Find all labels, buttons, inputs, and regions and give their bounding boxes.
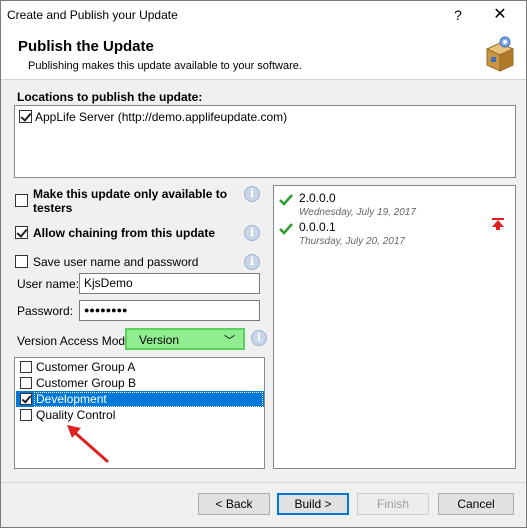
location-label: AppLife Server (http://demo.applifeupdat… (35, 110, 288, 124)
info-icon[interactable]: i (251, 330, 267, 346)
chaining-checkbox[interactable] (15, 226, 28, 239)
build-button[interactable]: Build > (277, 493, 349, 515)
close-button[interactable]: ✕ (489, 5, 511, 25)
save-credentials-checkbox[interactable] (15, 255, 28, 268)
cancel-button[interactable]: Cancel (438, 493, 514, 515)
info-icon[interactable]: i (244, 186, 260, 202)
group-item[interactable]: Development (16, 391, 264, 407)
password-field[interactable]: ●●●●●●●● (79, 300, 260, 321)
finish-button[interactable]: Finish (357, 493, 429, 515)
group-label: Customer Group A (36, 360, 136, 374)
version-date: Thursday, July 20, 2017 (299, 236, 405, 247)
title-bar: Create and Publish your Update ? ✕ (1, 1, 526, 30)
dialog-window: Create and Publish your Update ? ✕ Publi… (0, 0, 527, 528)
move-to-top-icon[interactable] (491, 218, 505, 230)
check-icon (279, 223, 293, 235)
groups-list: Customer Group A Customer Group B Develo… (14, 357, 265, 469)
group-checkbox[interactable] (20, 377, 32, 389)
annotation-arrow-icon (67, 425, 109, 463)
version-access-select[interactable]: Version ﹀ (125, 328, 245, 350)
version-number: 2.0.0.0 (299, 191, 336, 205)
group-item[interactable]: Quality Control (16, 407, 264, 423)
window-title: Create and Publish your Update (7, 8, 178, 22)
location-checkbox[interactable] (19, 110, 32, 123)
username-label: User name: (17, 277, 80, 291)
group-item[interactable]: Customer Group A (16, 359, 264, 375)
save-credentials-label: Save user name and password (33, 255, 199, 269)
page-title: Publish the Update (18, 38, 154, 55)
version-date: Wednesday, July 19, 2017 (299, 207, 416, 218)
group-label: Customer Group B (36, 376, 137, 390)
group-checkbox[interactable] (20, 409, 32, 421)
password-label: Password: (17, 304, 74, 318)
footer-divider (1, 482, 526, 483)
help-button[interactable]: ? (447, 5, 469, 25)
group-checkbox[interactable] (20, 393, 32, 405)
testers-only-label-line1: Make this update only available to (33, 187, 228, 201)
chevron-down-icon: ﹀ (224, 335, 235, 347)
chaining-label: Allow chaining from this update (33, 226, 216, 240)
version-number: 0.0.0.1 (299, 220, 336, 234)
username-field[interactable]: KjsDemo (79, 273, 260, 294)
back-button[interactable]: < Back (198, 493, 270, 515)
testers-only-label-line2: testers (33, 201, 73, 215)
group-label: Development (36, 392, 107, 406)
check-icon (279, 194, 293, 206)
locations-list: AppLife Server (http://demo.applifeupdat… (14, 105, 516, 178)
wizard-header: Publish the Update Publishing makes this… (1, 30, 526, 80)
info-icon[interactable]: i (244, 254, 260, 270)
version-access-label: Version Access Mode: (17, 334, 136, 348)
package-icon (485, 36, 515, 72)
info-icon[interactable]: i (244, 225, 260, 241)
page-subtitle: Publishing makes this update available t… (28, 60, 302, 72)
group-item[interactable]: Customer Group B (16, 375, 264, 391)
version-access-value: Version (139, 333, 180, 347)
testers-only-checkbox[interactable] (15, 194, 28, 207)
locations-label: Locations to publish the update: (17, 90, 203, 104)
group-checkbox[interactable] (20, 361, 32, 373)
